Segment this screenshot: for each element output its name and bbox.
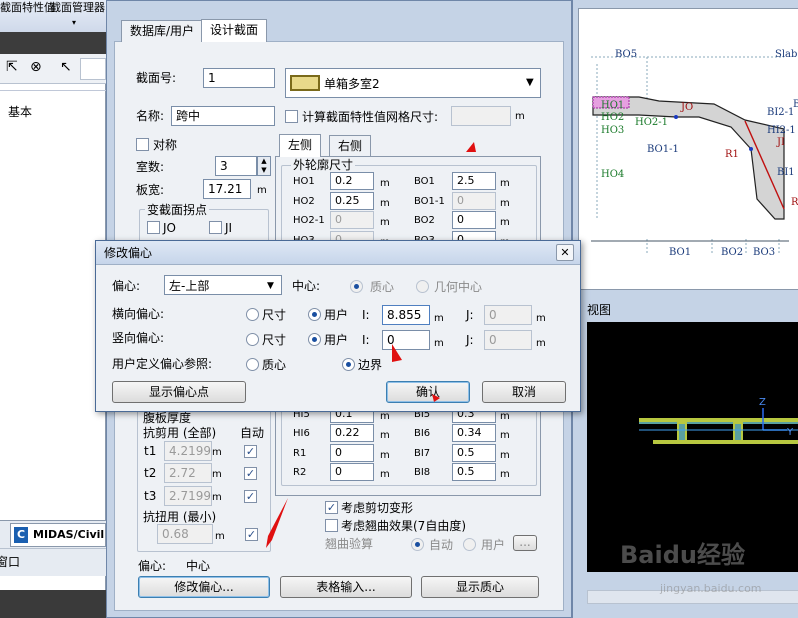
annotation-arrows (266, 142, 476, 548)
tab-design-section[interactable]: 设计截面 (201, 19, 268, 42)
red-arrow-ok (432, 394, 440, 402)
watermark-logo: Baidu经验 (620, 541, 745, 569)
watermark: Baidu经验 jingyan.baidu.com (616, 540, 786, 606)
red-arrow-dialog (392, 344, 402, 362)
watermark-url: jingyan.baidu.com (660, 582, 762, 595)
tab-left-side[interactable]: 左侧 (279, 134, 322, 157)
red-arrow-top (466, 142, 476, 152)
red-arrow-bottom (266, 498, 288, 548)
